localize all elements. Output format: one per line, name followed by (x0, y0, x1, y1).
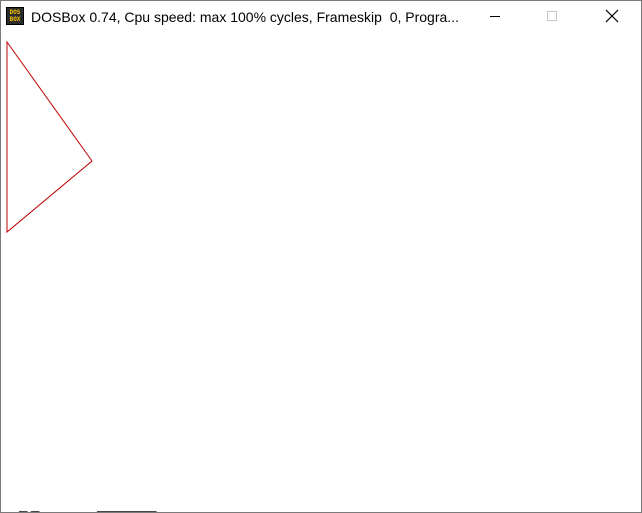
dosbox-window: DOS BOX DOSBox 0.74, Cpu speed: max 100%… (0, 0, 642, 513)
minimize-button[interactable] (473, 1, 519, 32)
minimize-icon (490, 16, 500, 17)
icon-text-line-2: BOX (9, 16, 21, 23)
close-icon (605, 9, 619, 23)
icon-text-line-1: DOS (9, 9, 21, 16)
graphics-canvas (6, 40, 93, 234)
cut-off-text-fragment: ─────── (97, 504, 157, 512)
title-bar[interactable]: DOS BOX DOSBox 0.74, Cpu speed: max 100%… (1, 1, 641, 32)
bottom-edge-strip: ─ ─ ─────── (1, 498, 641, 512)
red-triangle-outline (6, 40, 93, 234)
window-title: DOSBox 0.74, Cpu speed: max 100% cycles,… (31, 9, 459, 25)
maximize-button (529, 1, 575, 32)
close-button[interactable] (589, 1, 635, 32)
maximize-icon (547, 11, 557, 21)
dosbox-app-icon[interactable]: DOS BOX (6, 7, 24, 25)
cut-off-text-fragment: ─ ─ (19, 504, 40, 512)
dos-screen[interactable] (1, 32, 641, 498)
